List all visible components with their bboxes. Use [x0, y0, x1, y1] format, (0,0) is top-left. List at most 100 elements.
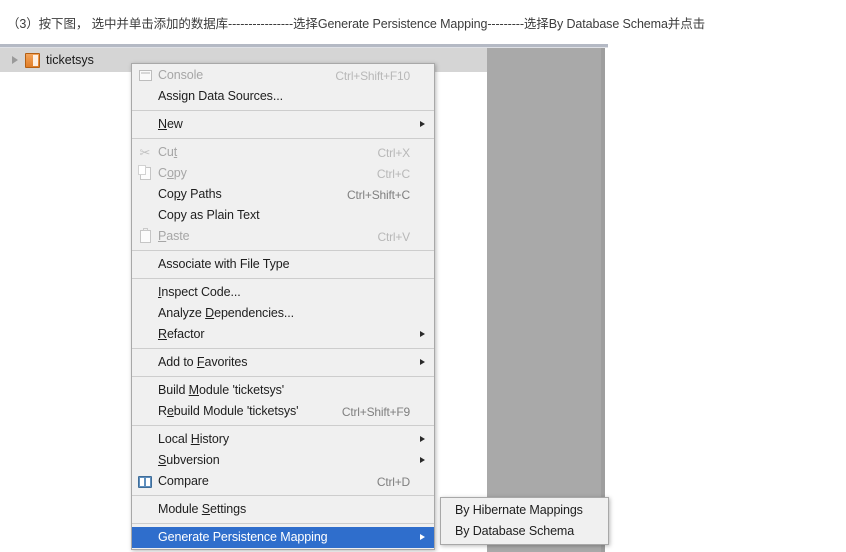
menu-icon-slot: [132, 282, 158, 303]
menu-item-shortcut: Ctrl+X: [377, 145, 411, 160]
menu-icon-slot: [132, 254, 158, 275]
submenu-item-by-database-schema[interactable]: By Database Schema: [441, 521, 608, 542]
menu-item-compare[interactable]: Compare Ctrl+D: [132, 471, 434, 492]
menu-item-shortcut: Ctrl+Shift+F9: [341, 404, 410, 419]
menu-icon-slot: [132, 184, 158, 205]
chevron-right-icon: [414, 429, 428, 450]
menu-item-label: Console: [158, 68, 204, 83]
menu-item-local-history[interactable]: Local History: [132, 429, 434, 450]
compare-icon: [138, 475, 152, 488]
menu-icon-slot: [132, 380, 158, 401]
console-icon: [138, 70, 152, 81]
editor-preview-panel-edge: [601, 48, 605, 552]
menu-icon-slot: [132, 527, 158, 548]
instruction-text: （3）按下图， 选中并单击添加的数据库----------------选择Gen…: [7, 16, 706, 31]
menu-item-label: Analyze Dependencies...: [158, 306, 295, 321]
menu-item-label: Cut: [158, 145, 178, 160]
menu-separator: [132, 523, 434, 524]
menu-item-label: Rebuild Module 'ticketsys': [158, 404, 299, 419]
instruction-caption: （3）按下图， 选中并单击添加的数据库----------------选择Gen…: [0, 0, 846, 44]
menu-item-build-module-ticketsys[interactable]: Build Module 'ticketsys': [132, 380, 434, 401]
menu-item-label: Copy Paths: [158, 187, 222, 202]
menu-item-generate-persistence-mapping[interactable]: Generate Persistence Mapping: [132, 527, 434, 548]
menu-item-label: Copy: [158, 166, 187, 181]
menu-icon-slot: [441, 521, 455, 542]
menu-item-paste: Paste Ctrl+V: [132, 226, 434, 247]
module-icon: [25, 52, 40, 68]
menu-item-inspect-code[interactable]: Inspect Code...: [132, 282, 434, 303]
menu-item-console: Console Ctrl+Shift+F10: [132, 65, 434, 86]
menu-separator: [132, 110, 434, 111]
triangle-right-icon[interactable]: [8, 53, 22, 67]
menu-icon-slot: [441, 500, 455, 521]
menu-item-label: Subversion: [158, 453, 220, 468]
menu-item-label: Inspect Code...: [158, 285, 241, 300]
tree-node-label: ticketsys: [46, 52, 94, 67]
menu-item-analyze-dependencies[interactable]: Analyze Dependencies...: [132, 303, 434, 324]
menu-icon-slot: [132, 429, 158, 450]
chevron-right-icon: [414, 527, 428, 548]
menu-separator: [132, 138, 434, 139]
menu-separator: [132, 376, 434, 377]
menu-item-add-to-favorites[interactable]: Add to Favorites: [132, 352, 434, 373]
menu-separator: [132, 425, 434, 426]
menu-item-copy-as-plain-text[interactable]: Copy as Plain Text: [132, 205, 434, 226]
menu-item-label: By Database Schema: [455, 524, 575, 539]
menu-separator: [132, 348, 434, 349]
menu-item-cut: ✂ Cut Ctrl+X: [132, 142, 434, 163]
menu-item-label: Add to Favorites: [158, 355, 248, 370]
menu-item-label: Module Settings: [158, 502, 247, 517]
chevron-right-icon: [414, 324, 428, 345]
submenu-item-by-hibernate-mappings[interactable]: By Hibernate Mappings: [441, 500, 608, 521]
menu-item-module-settings[interactable]: Module Settings: [132, 499, 434, 520]
menu-item-label: Paste: [158, 229, 190, 244]
menu-item-label: Generate Persistence Mapping: [158, 530, 328, 545]
menu-item-label: Compare: [158, 474, 209, 489]
paste-icon-slot: [132, 226, 158, 247]
menu-item-assign-data-sources[interactable]: Assign Data Sources...: [132, 86, 434, 107]
menu-item-label: Local History: [158, 432, 229, 447]
copy-icon: [137, 165, 151, 180]
menu-item-label: By Hibernate Mappings: [455, 503, 583, 518]
menu-item-label: Associate with File Type: [158, 257, 290, 272]
menu-item-new[interactable]: New: [132, 114, 434, 135]
menu-item-label: Refactor: [158, 327, 205, 342]
menu-icon-slot: [132, 352, 158, 373]
menu-icon-slot: [132, 114, 158, 135]
menu-item-shortcut: Ctrl+C: [376, 166, 410, 181]
cut-icon-slot: ✂: [132, 142, 158, 163]
context-submenu[interactable]: By Hibernate Mappings By Database Schema: [440, 497, 609, 545]
menu-item-label: Copy as Plain Text: [158, 208, 260, 223]
ide-window: ticketsys Console Ctrl+Shift+F10 Assign Da…: [0, 44, 846, 552]
menu-item-rebuild-module-ticketsys[interactable]: Rebuild Module 'ticketsys' Ctrl+Shift+F9: [132, 401, 434, 422]
menu-item-copy-paths[interactable]: Copy Paths Ctrl+Shift+C: [132, 184, 434, 205]
menu-icon-slot: [132, 86, 158, 107]
menu-icon-slot: [132, 450, 158, 471]
chevron-right-icon: [414, 450, 428, 471]
copy-icon-slot: [132, 163, 158, 184]
menu-item-copy: Copy Ctrl+C: [132, 163, 434, 184]
menu-icon-slot: [132, 401, 158, 422]
chevron-right-icon: [414, 352, 428, 373]
menu-item-label: Assign Data Sources...: [158, 89, 283, 104]
context-menu[interactable]: Console Ctrl+Shift+F10 Assign Data Sources…: [131, 63, 435, 550]
menu-item-shortcut: Ctrl+D: [376, 474, 410, 489]
menu-item-label: New: [158, 117, 183, 132]
menu-icon-slot: [132, 303, 158, 324]
menu-item-associate-with-file-type[interactable]: Associate with File Type: [132, 254, 434, 275]
menu-item-shortcut: Ctrl+Shift+C: [347, 187, 410, 202]
menu-separator: [132, 278, 434, 279]
paste-icon: [139, 228, 151, 243]
compare-icon-slot: [132, 471, 158, 492]
console-icon-slot: [132, 65, 158, 86]
menu-icon-slot: [132, 324, 158, 345]
cut-icon: ✂: [139, 145, 151, 160]
menu-item-subversion[interactable]: Subversion: [132, 450, 434, 471]
menu-icon-slot: [132, 205, 158, 226]
menu-separator: [132, 495, 434, 496]
menu-item-shortcut: Ctrl+V: [377, 229, 411, 244]
menu-item-shortcut: Ctrl+Shift+F10: [335, 68, 410, 83]
menu-item-label: Build Module 'ticketsys': [158, 383, 285, 398]
menu-item-refactor[interactable]: Refactor: [132, 324, 434, 345]
menu-separator: [132, 250, 434, 251]
